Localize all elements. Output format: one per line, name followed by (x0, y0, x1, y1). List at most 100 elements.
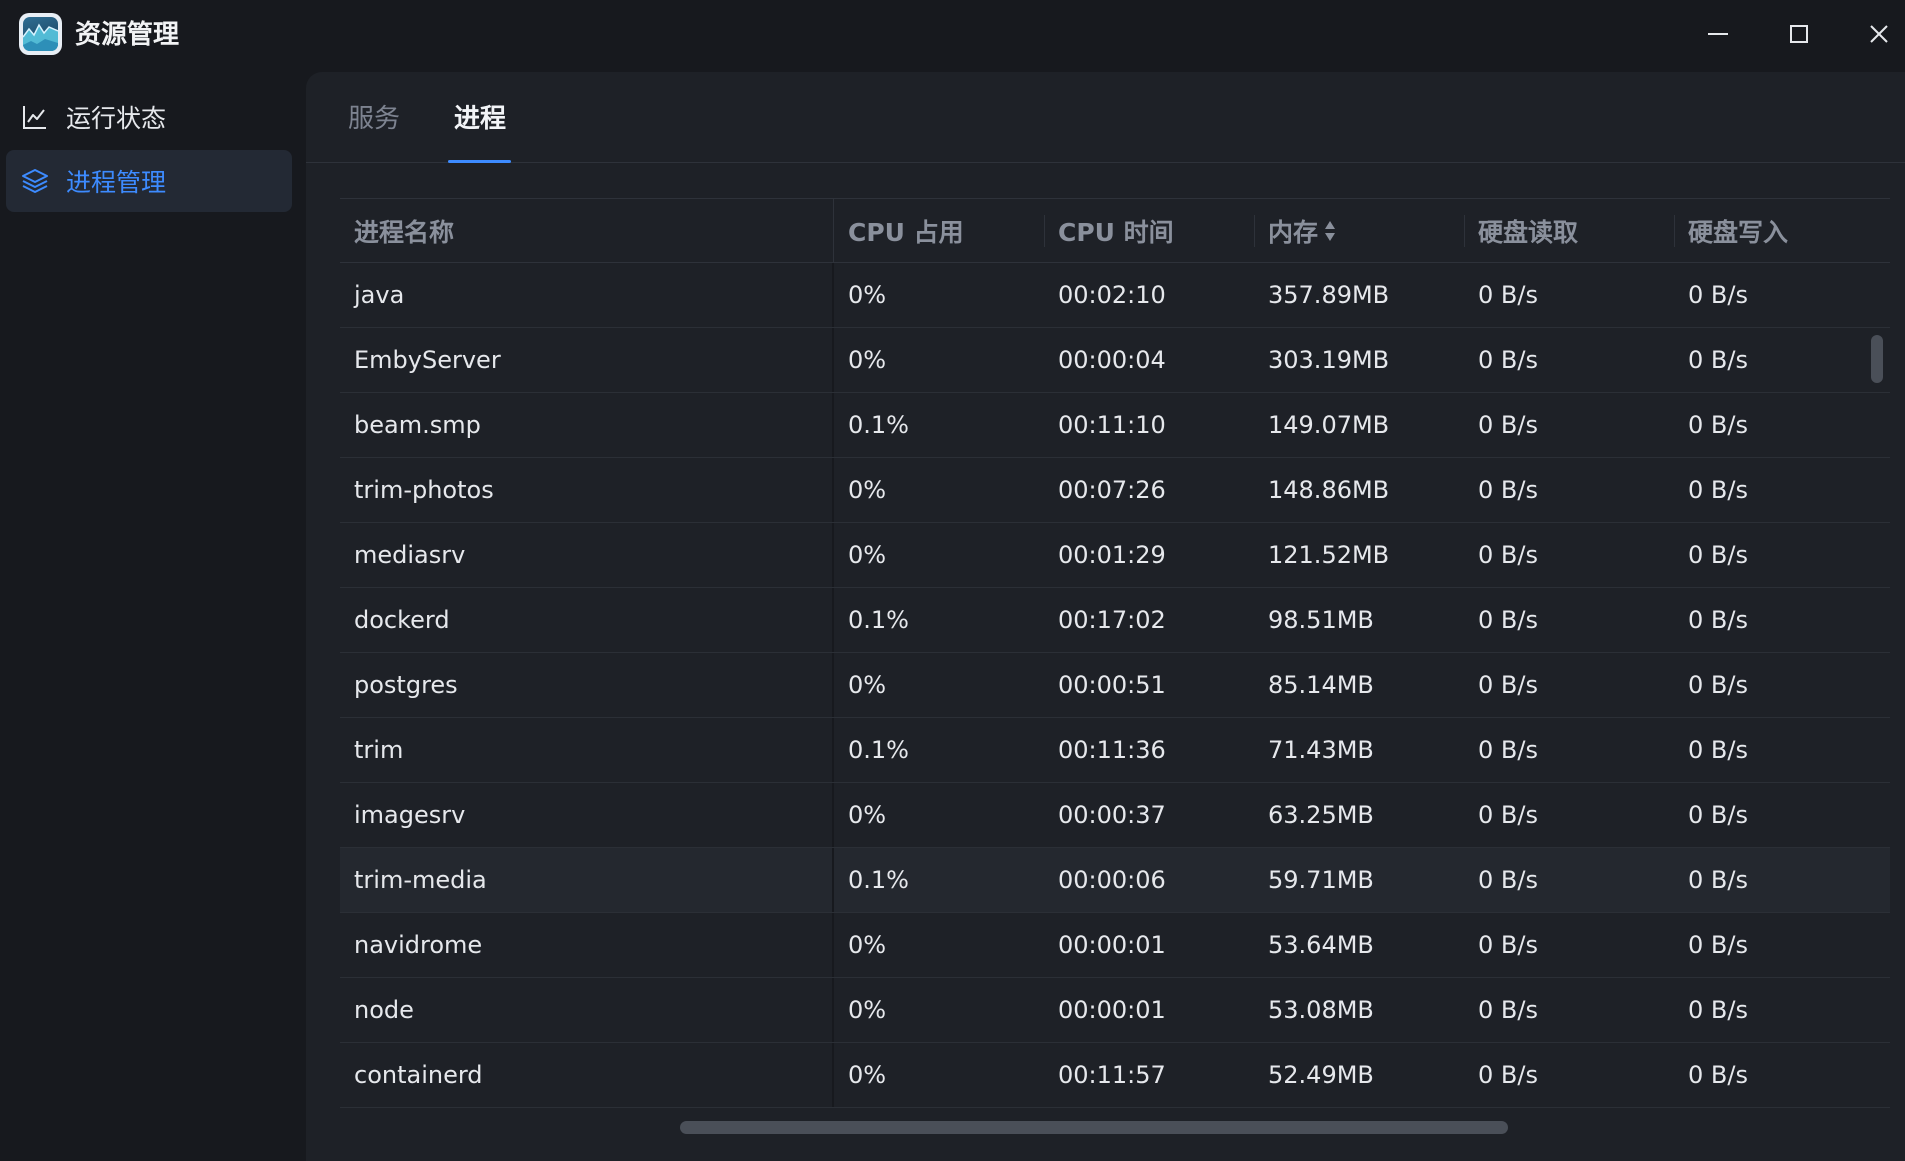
tab-services[interactable]: 服务 (348, 102, 400, 136)
table-row[interactable]: trim 0.1% 00:11:36 71.43MB 0 B/s 0 B/s (340, 718, 1890, 783)
table-row[interactable]: containerd 0% 00:11:57 52.49MB 0 B/s 0 B/s (340, 1043, 1890, 1108)
table-row[interactable]: EmbyServer 0% 00:00:04 303.19MB 0 B/s 0 B/s (340, 328, 1890, 393)
cell-process-name: beam.smp (340, 393, 834, 457)
cell-disk-read: 0 B/s (1478, 1061, 1538, 1089)
cell-disk-read: 0 B/s (1478, 541, 1538, 569)
cell-cpu-usage: 0% (848, 996, 887, 1024)
column-header-process-name[interactable]: 进程名称 (340, 199, 834, 262)
tab-processes[interactable]: 进程 (454, 102, 506, 136)
cell-disk-write: 0 B/s (1688, 541, 1748, 569)
table-row[interactable]: java 0% 00:02:10 357.89MB 0 B/s 0 B/s (340, 263, 1890, 328)
table-row[interactable]: beam.smp 0.1% 00:11:10 149.07MB 0 B/s 0 B/s (340, 393, 1890, 458)
table-row[interactable]: imagesrv 0% 00:00:37 63.25MB 0 B/s 0 B/s (340, 783, 1890, 848)
cell-disk-read: 0 B/s (1478, 281, 1538, 309)
column-header-disk-read[interactable]: 硬盘读取 (1464, 199, 1674, 262)
minimize-icon (1708, 33, 1728, 35)
cell-process-name: imagesrv (340, 783, 834, 847)
table-row[interactable]: navidrome 0% 00:00:01 53.64MB 0 B/s 0 B/s (340, 913, 1890, 978)
tab-bar: 服务 进程 (306, 72, 1905, 163)
cell-process-name: EmbyServer (340, 328, 834, 392)
cell-disk-read: 0 B/s (1478, 866, 1538, 894)
close-icon (1870, 25, 1888, 43)
cell-disk-read: 0 B/s (1478, 931, 1538, 959)
active-tab-indicator (448, 160, 511, 163)
column-header-memory[interactable]: 内存 (1254, 199, 1464, 262)
cell-memory: 59.71MB (1268, 866, 1374, 894)
cell-disk-read: 0 B/s (1478, 671, 1538, 699)
column-header-memory-label: 内存 (1268, 217, 1319, 247)
cell-disk-read: 0 B/s (1478, 996, 1538, 1024)
sidebar: 运行状态 进程管理 (0, 70, 300, 1161)
cell-cpu-time: 00:00:06 (1058, 866, 1166, 894)
cell-disk-read: 0 B/s (1478, 476, 1538, 504)
cell-cpu-time: 00:00:04 (1058, 346, 1166, 374)
cell-cpu-time: 00:02:10 (1058, 281, 1166, 309)
column-header-cpu-time[interactable]: CPU 时间 (1044, 199, 1254, 262)
maximize-icon (1790, 25, 1808, 43)
table-row[interactable]: trim-photos 0% 00:07:26 148.86MB 0 B/s 0 B/s (340, 458, 1890, 523)
cell-memory: 63.25MB (1268, 801, 1374, 829)
cell-memory: 149.07MB (1268, 411, 1390, 439)
minimize-button[interactable] (1696, 14, 1740, 54)
cell-memory: 52.49MB (1268, 1061, 1374, 1089)
cell-disk-write: 0 B/s (1688, 606, 1748, 634)
cell-cpu-time: 00:11:57 (1058, 1061, 1166, 1089)
cell-cpu-usage: 0% (848, 541, 887, 569)
cell-disk-read: 0 B/s (1478, 411, 1538, 439)
cell-cpu-time: 00:00:51 (1058, 671, 1166, 699)
cell-cpu-usage: 0% (848, 476, 887, 504)
cell-process-name: postgres (340, 653, 834, 717)
cell-disk-write: 0 B/s (1688, 671, 1748, 699)
close-button[interactable] (1857, 14, 1901, 54)
line-chart-icon (20, 102, 50, 132)
table-header: 进程名称 CPU 占用 CPU 时间 内存 硬盘读取 硬盘写入 (340, 198, 1890, 263)
table-row[interactable]: trim-media 0.1% 00:00:06 59.71MB 0 B/s 0 B/s (340, 848, 1890, 913)
title-bar: 资源管理 (0, 0, 1905, 70)
cell-cpu-time: 00:11:36 (1058, 736, 1166, 764)
cell-disk-write: 0 B/s (1688, 801, 1748, 829)
cell-disk-read: 0 B/s (1478, 606, 1538, 634)
sidebar-item-label: 进程管理 (66, 168, 167, 197)
cell-cpu-usage: 0.1% (848, 866, 909, 894)
app-title: 资源管理 (75, 20, 180, 50)
cell-disk-write: 0 B/s (1688, 996, 1748, 1024)
sidebar-item-status[interactable]: 运行状态 (6, 86, 292, 148)
cell-memory: 98.51MB (1268, 606, 1374, 634)
table-row[interactable]: postgres 0% 00:00:51 85.14MB 0 B/s 0 B/s (340, 653, 1890, 718)
horizontal-scrollbar[interactable] (680, 1121, 1508, 1134)
cell-cpu-usage: 0% (848, 1061, 887, 1089)
cell-process-name: trim (340, 718, 834, 782)
cell-cpu-usage: 0% (848, 281, 887, 309)
cell-cpu-time: 00:00:01 (1058, 931, 1166, 959)
cell-cpu-time: 00:17:02 (1058, 606, 1166, 634)
cell-cpu-usage: 0.1% (848, 606, 909, 634)
table-row[interactable]: node 0% 00:00:01 53.08MB 0 B/s 0 B/s (340, 978, 1890, 1043)
column-header-cpu-usage[interactable]: CPU 占用 (834, 199, 1044, 262)
cell-disk-write: 0 B/s (1688, 346, 1748, 374)
sidebar-item-label: 运行状态 (66, 104, 167, 133)
table-body: java 0% 00:02:10 357.89MB 0 B/s 0 B/s EmbyServ… (340, 263, 1890, 1108)
cell-cpu-time: 00:01:29 (1058, 541, 1166, 569)
cell-memory: 85.14MB (1268, 671, 1374, 699)
column-header-disk-write[interactable]: 硬盘写入 (1674, 199, 1890, 262)
maximize-button[interactable] (1777, 14, 1821, 54)
main-panel: 服务 进程 进程名称 CPU 占用 CPU 时间 内存 硬盘读取 硬盘写入 ja… (306, 72, 1905, 1161)
cell-memory: 53.64MB (1268, 931, 1374, 959)
cell-process-name: navidrome (340, 913, 834, 977)
cell-disk-read: 0 B/s (1478, 346, 1538, 374)
cell-cpu-usage: 0% (848, 801, 887, 829)
layers-icon (20, 166, 50, 196)
cell-disk-write: 0 B/s (1688, 1061, 1748, 1089)
cell-cpu-time: 00:00:37 (1058, 801, 1166, 829)
vertical-scrollbar[interactable] (1871, 335, 1883, 383)
cell-cpu-time: 00:00:01 (1058, 996, 1166, 1024)
table-row[interactable]: mediasrv 0% 00:01:29 121.52MB 0 B/s 0 B/s (340, 523, 1890, 588)
cell-memory: 148.86MB (1268, 476, 1390, 504)
cell-disk-read: 0 B/s (1478, 736, 1538, 764)
cell-disk-write: 0 B/s (1688, 281, 1748, 309)
cell-disk-write: 0 B/s (1688, 736, 1748, 764)
sort-icon[interactable] (1324, 220, 1336, 242)
table-row[interactable]: dockerd 0.1% 00:17:02 98.51MB 0 B/s 0 B/s (340, 588, 1890, 653)
cell-cpu-usage: 0% (848, 346, 887, 374)
sidebar-item-process-management[interactable]: 进程管理 (6, 150, 292, 212)
